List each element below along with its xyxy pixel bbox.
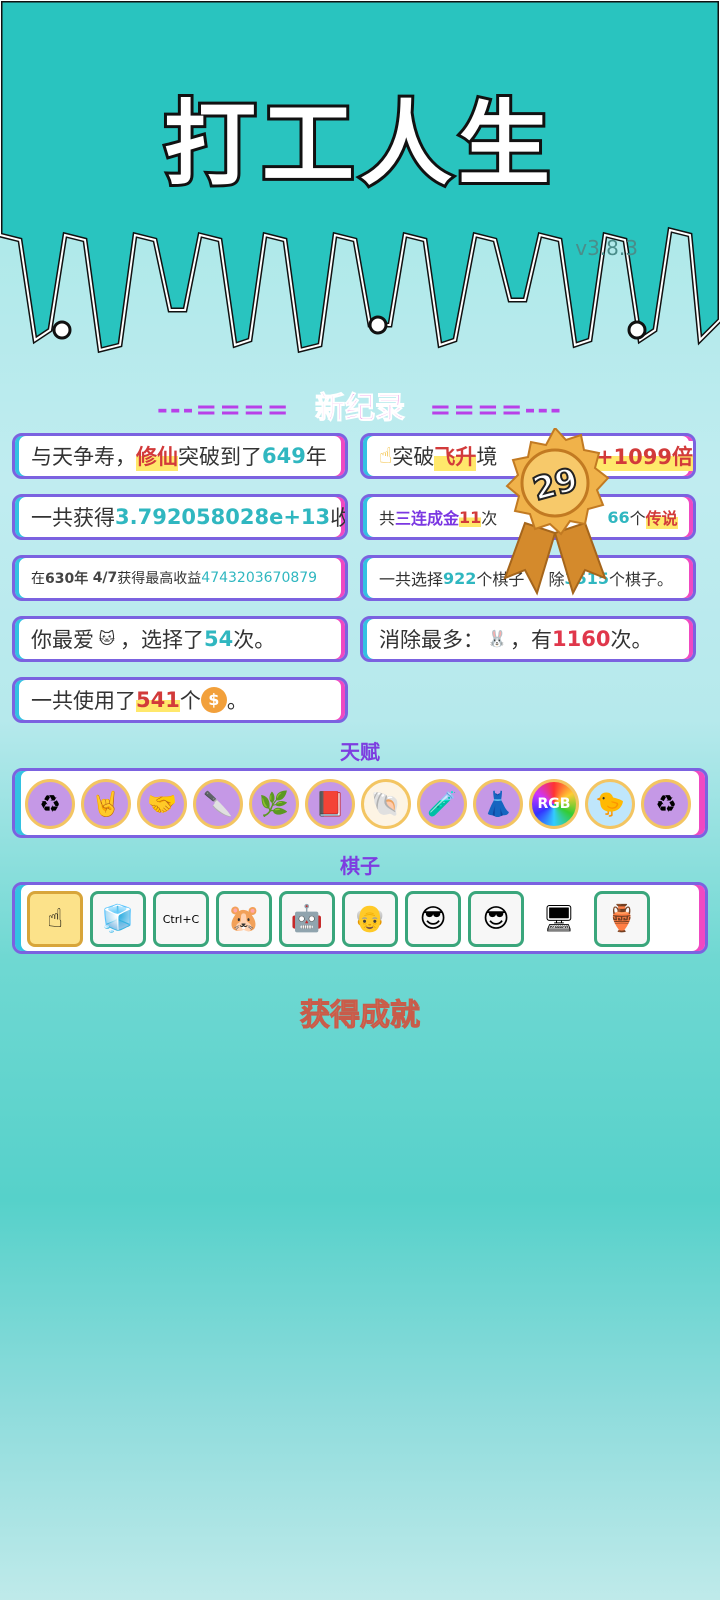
text: 一共获得 — [31, 506, 115, 530]
text: 共 — [379, 509, 396, 528]
highlight: 飞升 — [434, 441, 477, 471]
text: 次。 — [233, 628, 276, 652]
value: 630年 — [45, 571, 89, 587]
green-hair-man-icon[interactable]: 😎 — [405, 891, 461, 947]
record-max-income: 在 630年 4/7 获得最高收益 4743203670879 — [12, 555, 348, 601]
banner-dashes-left: ---==== — [157, 395, 291, 425]
green-vase-icon[interactable]: 🏺 — [594, 891, 650, 947]
pieces-row: ☝ 🧊 Ctrl+C 🐹 🤖 👴 😎 😎 🖥 🏺 — [12, 882, 708, 954]
rabbit-icon: 🐰 — [487, 629, 507, 648]
cat-icon: 🐱 — [98, 629, 116, 648]
highlight: 修仙 — [136, 441, 178, 471]
banner-label: 新纪录 — [315, 391, 406, 427]
text: 在 — [31, 571, 45, 587]
version-label: v3.8.3 — [575, 236, 638, 260]
text: 年 — [305, 445, 327, 469]
text: 获得最高收益 — [117, 571, 202, 587]
record-total-income: 一共获得3.792058028e+13收益 — [12, 494, 348, 540]
record-most-removed: 消除最多： 🐰 ，有 1160 次。 — [360, 616, 696, 662]
gpu-icon[interactable]: 🖥 — [531, 891, 587, 947]
banner-dashes-right: ====--- — [429, 395, 563, 425]
text: 突破到了 — [178, 445, 262, 469]
shell-icon[interactable]: 🐚 — [361, 779, 411, 829]
pieces-title: 棋子 — [340, 854, 380, 878]
record-cultivation: 与天争寿， 修仙 突破到了 649 年 — [12, 433, 348, 479]
record-favorite: 你最爱 🐱 ，选择了 54 次。 — [12, 616, 348, 662]
text: ，选择了 — [120, 628, 204, 652]
value: 4743203670879 — [201, 570, 318, 586]
highlight: 三连成金 — [395, 509, 460, 528]
value: 1160 — [552, 627, 611, 651]
app-title: 打工人生 — [161, 88, 556, 201]
value: 922 — [443, 568, 477, 588]
achievements-label[interactable]: 获得成就 — [0, 990, 720, 1034]
skirt-icon[interactable]: 👗 — [473, 779, 523, 829]
potion-icon[interactable]: 🧪 — [417, 779, 467, 829]
record-coins: 一共使用了 541 个 $。 — [12, 677, 348, 723]
knife-icon[interactable]: 🔪 — [193, 779, 243, 829]
text: 次。 — [610, 628, 653, 652]
medal-badge[interactable]: 29 — [495, 428, 615, 598]
text: 你最爱 — [31, 628, 94, 652]
value: 541 — [136, 688, 180, 712]
text: 突破 — [392, 445, 435, 469]
text: 一共选择 — [379, 570, 444, 589]
text: 。 — [226, 689, 248, 713]
value: 3.792058028e+13 — [115, 505, 331, 529]
recycle-icon[interactable]: ♻ — [25, 779, 75, 829]
rgb-icon[interactable]: RGB — [529, 779, 579, 829]
text: 个 — [179, 689, 201, 713]
coin-icon: $ — [200, 687, 227, 713]
text: 个棋子。 — [608, 570, 673, 589]
talents-row: ♻ 🤘 🤝 🔪 🌿 📕 🐚 🧪 👗 RGB 🐤 ♻ — [12, 768, 708, 838]
talents-title: 天赋 — [340, 740, 380, 764]
pointer-hand-icon[interactable]: ☝ — [27, 891, 83, 947]
new-records-banner: ---==== 新纪录 ====--- — [0, 383, 720, 427]
rock-hand-icon[interactable]: 🤘 — [81, 779, 131, 829]
value: 649 — [262, 444, 306, 468]
bird-icon[interactable]: 🐤 — [585, 779, 635, 829]
text: 收益 — [330, 502, 345, 532]
value: 54 — [204, 627, 234, 651]
text: 一共使用了 — [31, 689, 136, 713]
pointer-hand-icon: ☝ — [379, 443, 393, 469]
text: 个 — [629, 509, 646, 528]
header: 打工人生 v3.8.3 — [0, 0, 720, 380]
old-man-icon[interactable]: 👴 — [342, 891, 398, 947]
value: 11 — [459, 507, 482, 527]
highlight: 传说 — [645, 505, 678, 529]
hamster-icon[interactable]: 🐹 — [216, 891, 272, 947]
green-hair-man-icon[interactable]: 😎 — [468, 891, 524, 947]
text: ，有 — [510, 628, 552, 652]
recycle-icon[interactable]: ♻ — [641, 779, 691, 829]
robot-worker-icon[interactable]: 🤖 — [279, 891, 335, 947]
value: 4/7 — [92, 570, 118, 586]
text: 与天争寿， — [31, 445, 136, 469]
handshake-icon[interactable]: 🤝 — [137, 779, 187, 829]
text: 消除最多： — [379, 628, 484, 652]
time-magazine-icon[interactable]: 📕 — [305, 779, 355, 829]
fridge-icon[interactable]: 🧊 — [90, 891, 146, 947]
plant-icon[interactable]: 🌿 — [249, 779, 299, 829]
copy-paste-icon[interactable]: Ctrl+C — [153, 891, 209, 947]
